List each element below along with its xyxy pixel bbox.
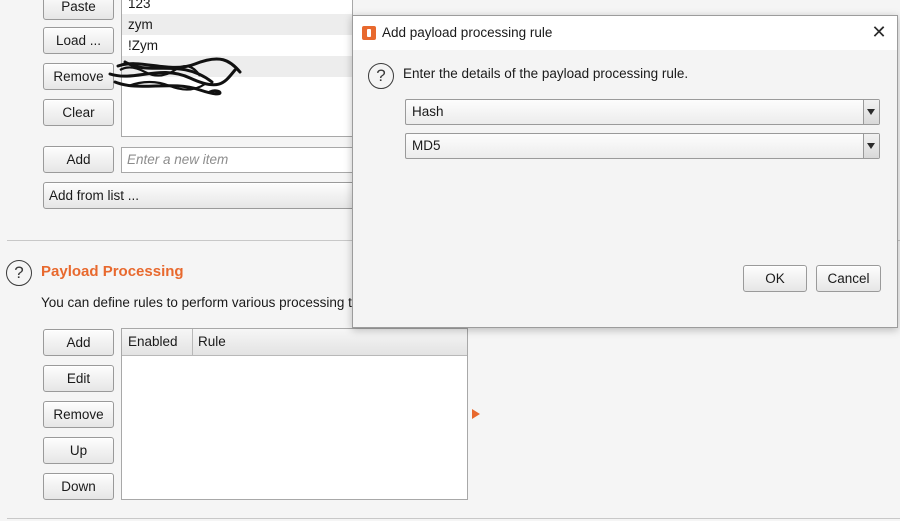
- intruder-payloads-panel: Paste Load ... Remove Clear 123 zym !Zym…: [0, 0, 900, 521]
- section-description: You can define rules to perform various …: [41, 295, 367, 310]
- column-header-rule[interactable]: Rule: [192, 329, 226, 355]
- add-rule-button[interactable]: Add: [43, 329, 114, 356]
- close-icon[interactable]: ✕: [869, 22, 889, 42]
- redaction-scribble: [108, 57, 242, 96]
- rule-type-select[interactable]: Hash: [405, 99, 880, 125]
- section-title: Payload Processing: [41, 263, 184, 280]
- table-header: Enabled Rule: [122, 329, 467, 356]
- dialog-message: Enter the details of the payload process…: [403, 66, 689, 81]
- hash-algorithm-select[interactable]: MD5: [405, 133, 880, 159]
- hash-algorithm-value: MD5: [412, 138, 441, 153]
- dropdown-arrow-icon[interactable]: [863, 100, 879, 124]
- remove-rule-button[interactable]: Remove: [43, 401, 114, 428]
- expand-arrow-icon[interactable]: [472, 409, 480, 419]
- bottom-divider: [7, 518, 900, 519]
- move-down-button[interactable]: Down: [43, 473, 114, 500]
- cancel-button[interactable]: Cancel: [816, 265, 881, 292]
- load-button[interactable]: Load ...: [43, 27, 114, 54]
- ok-button[interactable]: OK: [743, 265, 807, 292]
- new-item-input[interactable]: Enter a new item: [121, 147, 353, 173]
- clear-button[interactable]: Clear: [43, 99, 114, 126]
- add-rule-dialog: Add payload processing rule ✕ ? Enter th…: [352, 15, 898, 328]
- add-from-list-button[interactable]: Add from list ...: [43, 182, 363, 209]
- dropdown-arrow-icon[interactable]: [863, 134, 879, 158]
- list-item[interactable]: 123: [122, 0, 352, 14]
- burp-logo-icon: [362, 26, 376, 40]
- rules-table[interactable]: Enabled Rule: [121, 328, 468, 500]
- rule-type-value: Hash: [412, 104, 444, 119]
- dialog-titlebar[interactable]: Add payload processing rule ✕: [353, 16, 897, 50]
- dialog-title: Add payload processing rule: [382, 25, 553, 40]
- edit-rule-button[interactable]: Edit: [43, 365, 114, 392]
- column-header-enabled[interactable]: Enabled: [122, 329, 193, 355]
- help-icon: ?: [368, 63, 394, 89]
- paste-button[interactable]: Paste: [43, 0, 114, 20]
- add-item-button[interactable]: Add: [43, 146, 114, 173]
- move-up-button[interactable]: Up: [43, 437, 114, 464]
- help-icon[interactable]: ?: [6, 260, 32, 286]
- list-item[interactable]: zym: [122, 14, 352, 35]
